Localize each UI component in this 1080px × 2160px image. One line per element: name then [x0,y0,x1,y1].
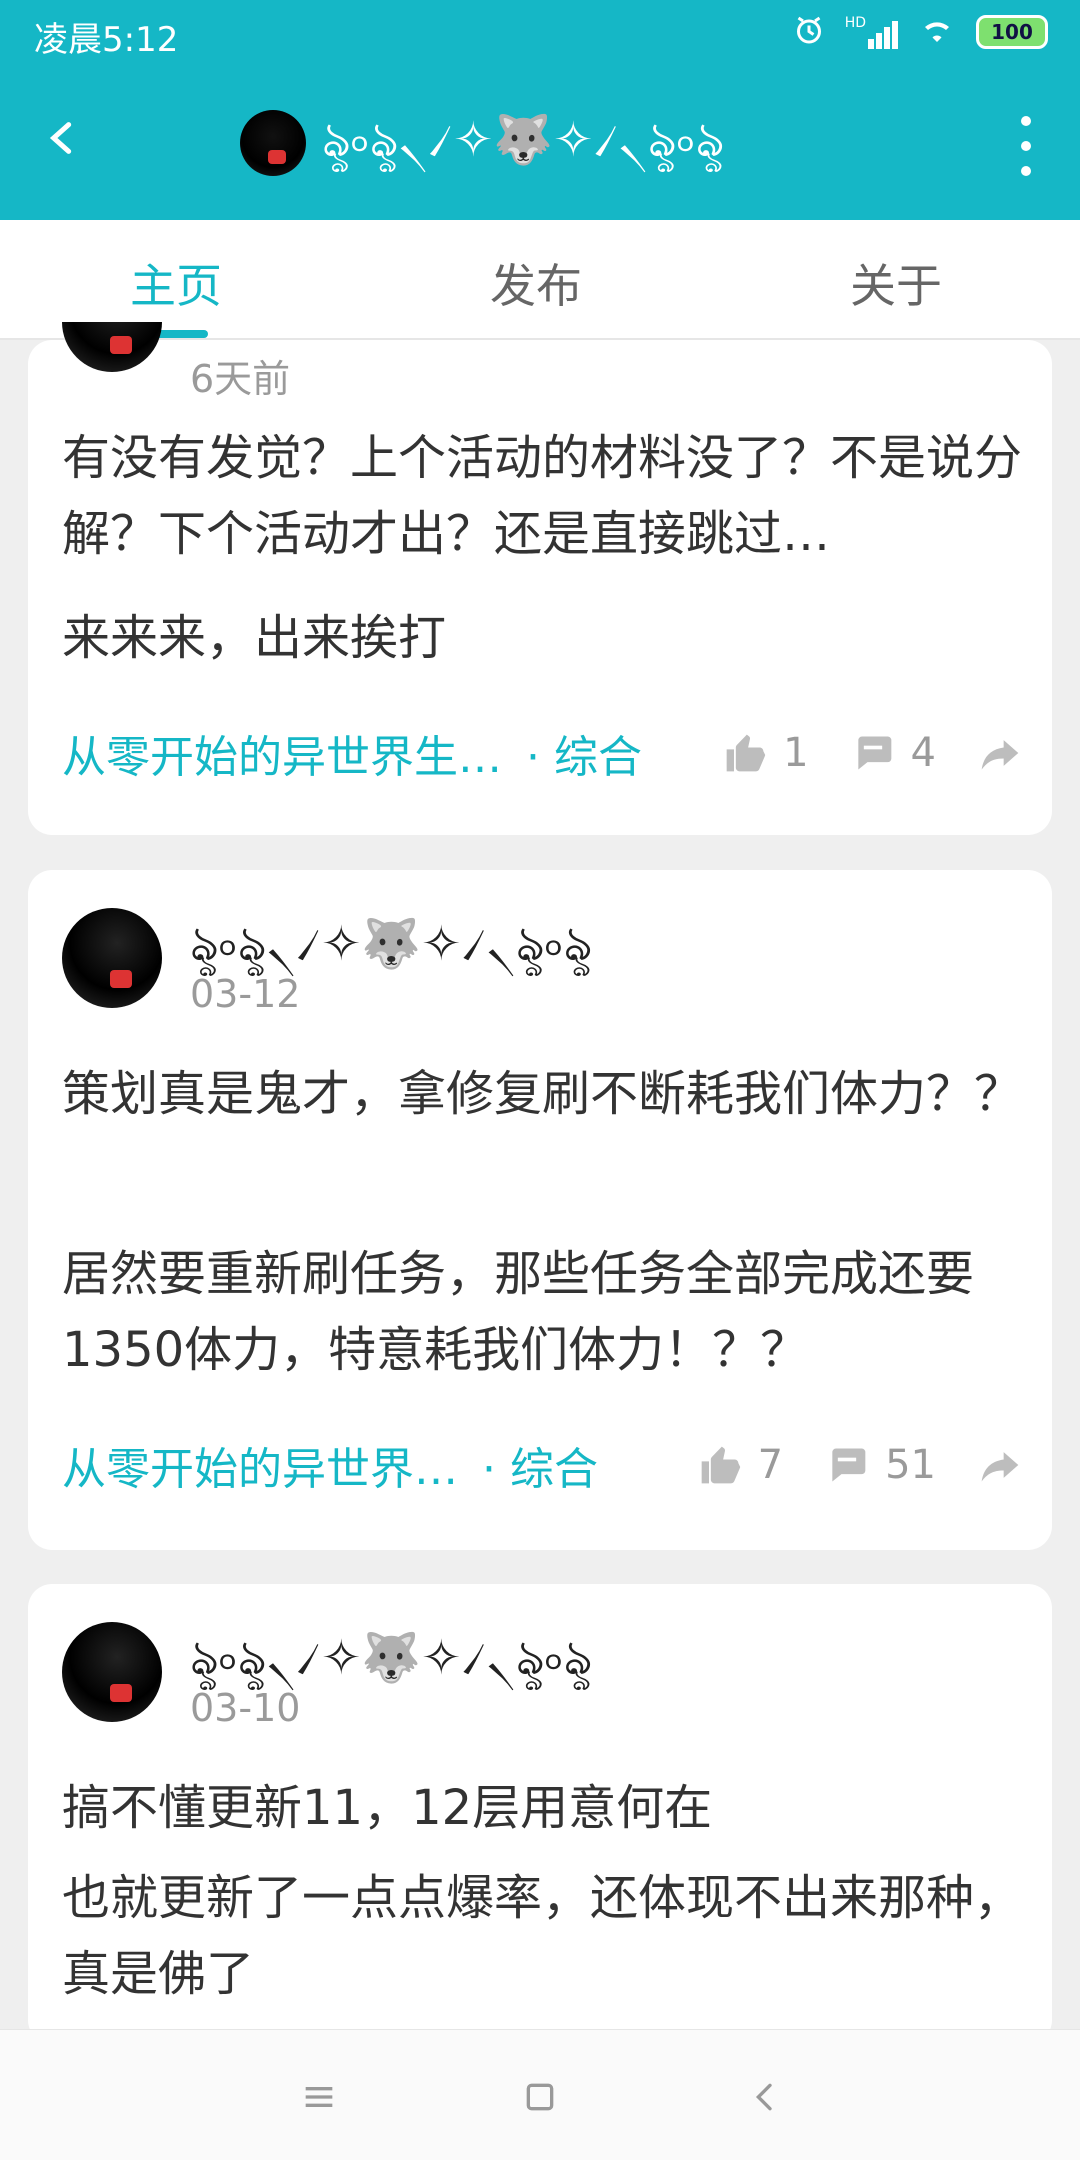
post-actions: 7 51 [698,1442,1022,1488]
like-count: 1 [783,730,809,776]
status-time: 凌晨5:12 [34,20,179,60]
tab-bar: 主页 发布 关于 [0,220,1080,340]
back-nav-button[interactable] [730,2062,800,2132]
avatar [240,110,306,176]
post-body: 来来来，出来挨打 [62,610,447,666]
category-link[interactable]: · 综合 [526,721,642,785]
wifi-icon [916,12,958,52]
post-body: 也就更新了一点点爆率，还体现不出来那种，真是佛了 [62,1870,1023,2002]
post-title: 有没有发觉？上个活动的材料没了？不是说分解？下个活动才出？还是直接跳过… [62,430,1023,562]
app-bar: 凌晨5:12 HD 100 ৡ৹ৡ৲৴✧🐺✧৴৲ৡ৹ৡ [0,0,1080,220]
more-vert-icon[interactable] [1014,116,1038,176]
post-card[interactable]: 6天前 有没有发觉？上个活动的材料没了？不是说分解？下个活动才出？还是直接跳过…… [28,322,1052,835]
avatar[interactable] [62,908,162,1008]
alarm-icon [791,12,827,52]
like-count: 7 [757,1442,784,1488]
share-icon [981,1452,1019,1482]
post-meta: 从零开始的异世界生… · 综合 1 4 [62,718,1022,788]
post-date: 03-10 [190,1686,301,1730]
profile-title[interactable]: ৡ৹ৡ৲৴✧🐺✧৴৲ৡ৹ৡ [240,108,725,178]
thumb-up-icon [701,1446,740,1484]
post-card[interactable]: ৡ৹ৡ৲৴✧🐺✧৴৲ৡ৹ৡ 03-12 策划真是鬼才，拿修复刷不断耗我们体力？？… [28,870,1052,1550]
toolbar: ৡ৹ৡ৲৴✧🐺✧৴৲ৡ৹ৡ [0,70,1080,220]
thumb-up-icon [726,734,766,772]
topic-link[interactable]: 从零开始的异世界生… [62,721,502,785]
post-header: ৡ৹ৡ৲৴✧🐺✧৴৲ৡ৹ৡ 03-10 [62,1622,962,1732]
post-title: 策划真是鬼才，拿修复刷不断耗我们体力？？ [62,1066,1023,1122]
tab-home[interactable]: 主页 [130,250,222,316]
comment-button[interactable]: 51 [825,1442,936,1488]
post-header: ৡ৹ৡ৲৴✧🐺✧৴৲ৡ৹ৡ 03-12 [62,908,962,1018]
user-name: ৡ৹ৡ৲৴✧🐺✧৴৲ৡ৹ৡ [322,111,725,168]
share-button[interactable] [978,1443,1022,1487]
post-actions: 1 4 [723,730,1022,776]
back-arrow-icon [49,122,72,154]
post-card[interactable]: ৡ৹ৡ৲৴✧🐺✧৴৲ৡ৹ৡ 03-10 搞不懂更新11，12层用意何在 也就更新… [28,1584,1052,2044]
battery-indicator: 100 [976,15,1048,49]
post-date: 03-12 [190,972,301,1016]
menu-button[interactable] [284,2062,354,2132]
status-icons: HD 100 [791,12,1048,52]
post-meta: 从零开始的异世界… · 综合 7 51 [62,1430,1022,1500]
home-square-icon [526,2083,554,2111]
like-button[interactable]: 7 [698,1442,783,1488]
share-icon [981,740,1019,770]
signal-icon: HD [845,15,898,49]
hd-label: HD [844,15,866,31]
category-link[interactable]: · 综合 [482,1433,598,1497]
post-date: 6天前 [190,357,291,401]
comment-icon [832,1448,866,1482]
avatar [62,322,162,372]
system-nav-bar [0,2029,1080,2160]
avatar[interactable] [62,1622,162,1722]
tab-about[interactable]: 关于 [850,250,942,316]
post-body: 居然要重新刷任务，那些任务全部完成还要1350体力，特意耗我们体力！？？ [62,1246,975,1378]
comment-button[interactable]: 4 [851,730,936,776]
share-button[interactable] [978,731,1022,775]
post-title: 搞不懂更新11，12层用意何在 [62,1780,713,1836]
status-bar: 凌晨5:12 HD 100 [0,0,1080,70]
menu-icon [305,2087,333,2107]
topic-link[interactable]: 从零开始的异世界… [62,1433,458,1497]
tab-publish[interactable]: 发布 [490,250,582,316]
comment-count: 4 [910,730,936,776]
comment-icon [857,736,891,770]
back-triangle-icon [755,2083,772,2111]
like-button[interactable]: 1 [723,730,809,776]
back-button[interactable] [32,108,92,168]
comment-count: 51 [885,1442,936,1488]
home-button[interactable] [505,2062,575,2132]
